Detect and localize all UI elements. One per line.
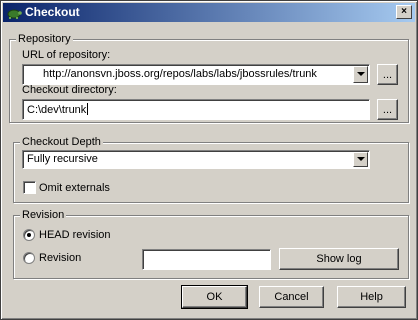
omit-externals-label[interactable]: Omit externals <box>39 181 110 195</box>
revision-label[interactable]: Revision <box>39 251 81 265</box>
revision-group-title: Revision <box>20 208 67 222</box>
help-button[interactable]: Help <box>337 286 406 308</box>
radio-selected-dot <box>27 233 31 237</box>
checkout-dir-input[interactable]: C:\dev\trunk <box>22 99 370 120</box>
close-button[interactable]: × <box>396 5 412 19</box>
dir-browse-label: ... <box>382 103 393 116</box>
repository-group-title: Repository <box>16 32 73 46</box>
chevron-down-icon <box>357 72 365 76</box>
url-browse-button[interactable]: ... <box>377 64 398 85</box>
ok-label: OK <box>206 291 223 303</box>
turtle-icon <box>6 5 22 21</box>
depth-value: Fully recursive <box>27 153 98 165</box>
cancel-label: Cancel <box>274 291 309 303</box>
chevron-down-icon <box>357 157 365 161</box>
revision-input[interactable] <box>142 249 271 270</box>
show-log-button[interactable]: Show log <box>279 248 399 270</box>
help-label: Help <box>360 291 383 303</box>
head-revision-radio[interactable] <box>23 229 35 241</box>
checkout-dialog: Checkout × Repository URL of repository:… <box>0 0 418 320</box>
url-combobox[interactable]: http://anonsvn.jboss.org/repos/labs/labs… <box>22 64 370 85</box>
window-title: Checkout <box>25 5 80 19</box>
depth-dropdown-button[interactable] <box>353 152 368 167</box>
revision-radio[interactable] <box>23 252 35 264</box>
show-log-label: Show log <box>316 253 362 265</box>
url-value: http://anonsvn.jboss.org/repos/labs/labs… <box>43 68 317 80</box>
dir-browse-button[interactable]: ... <box>377 99 398 120</box>
url-dropdown-button[interactable] <box>353 66 368 83</box>
url-browse-label: ... <box>382 68 393 81</box>
close-icon: × <box>401 6 407 17</box>
checkout-depth-group-title: Checkout Depth <box>20 135 103 149</box>
title-bar[interactable]: Checkout × <box>3 3 415 22</box>
checkout-dir-value: C:\dev\trunk <box>27 103 89 116</box>
head-revision-label[interactable]: HEAD revision <box>39 228 111 242</box>
ok-button[interactable]: OK <box>181 285 248 309</box>
checkout-dir-label: Checkout directory: <box>22 84 117 96</box>
cancel-button[interactable]: Cancel <box>259 286 324 308</box>
depth-combobox[interactable]: Fully recursive <box>22 150 370 169</box>
url-label: URL of repository: <box>22 49 111 61</box>
omit-externals-checkbox[interactable] <box>23 181 36 194</box>
